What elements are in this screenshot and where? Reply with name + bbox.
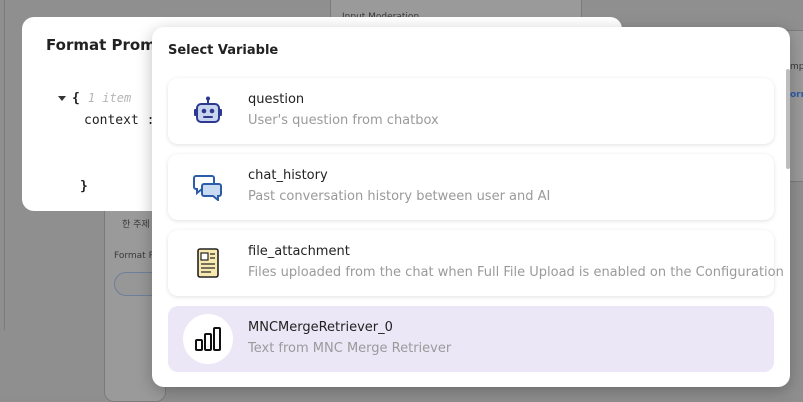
variable-name: chat_history: [248, 168, 328, 183]
variable-name: file_attachment: [248, 244, 350, 259]
file-document-icon: [183, 238, 233, 288]
collapse-caret-icon[interactable]: [58, 96, 66, 101]
chat-bubbles-icon: [183, 162, 233, 212]
background-format-label: Format Pr: [114, 251, 158, 261]
select-variable-title: Select Variable: [168, 43, 279, 58]
variable-description: User's question from chatbox: [248, 113, 439, 128]
select-variable-popup: Select Variable question User's question…: [152, 27, 790, 387]
variable-item-chat-history[interactable]: chat_history Past conversation history b…: [168, 154, 774, 220]
variable-name: question: [248, 92, 305, 107]
variable-description: Files uploaded from the chat when Full F…: [248, 265, 784, 280]
json-key: context: [84, 113, 139, 128]
variable-description: Past conversation history between user a…: [248, 189, 551, 204]
variable-item-mncmergeretriever[interactable]: MNCMergeRetriever_0 Text from MNC Merge …: [168, 306, 774, 372]
background-right-text-1: mpt: [790, 62, 803, 72]
background-edge: [4, 0, 5, 330]
variable-name: MNCMergeRetriever_0: [248, 320, 393, 335]
variable-item-question[interactable]: question User's question from chatbox: [168, 78, 774, 144]
bar-chart-icon: [183, 314, 233, 364]
popup-scrollbar[interactable]: [786, 69, 790, 169]
json-items-count: 1 item: [87, 91, 132, 105]
variable-description: Text from MNC Merge Retriever: [248, 341, 452, 356]
background-right-text-2: orm: [790, 90, 803, 100]
variable-item-file-attachment[interactable]: file_attachment Files uploaded from the …: [168, 230, 784, 296]
json-open-brace: {: [72, 91, 80, 106]
robot-icon: [183, 86, 233, 136]
background-korean-text: 한 주제: [122, 220, 150, 230]
json-close-brace: }: [80, 179, 88, 194]
